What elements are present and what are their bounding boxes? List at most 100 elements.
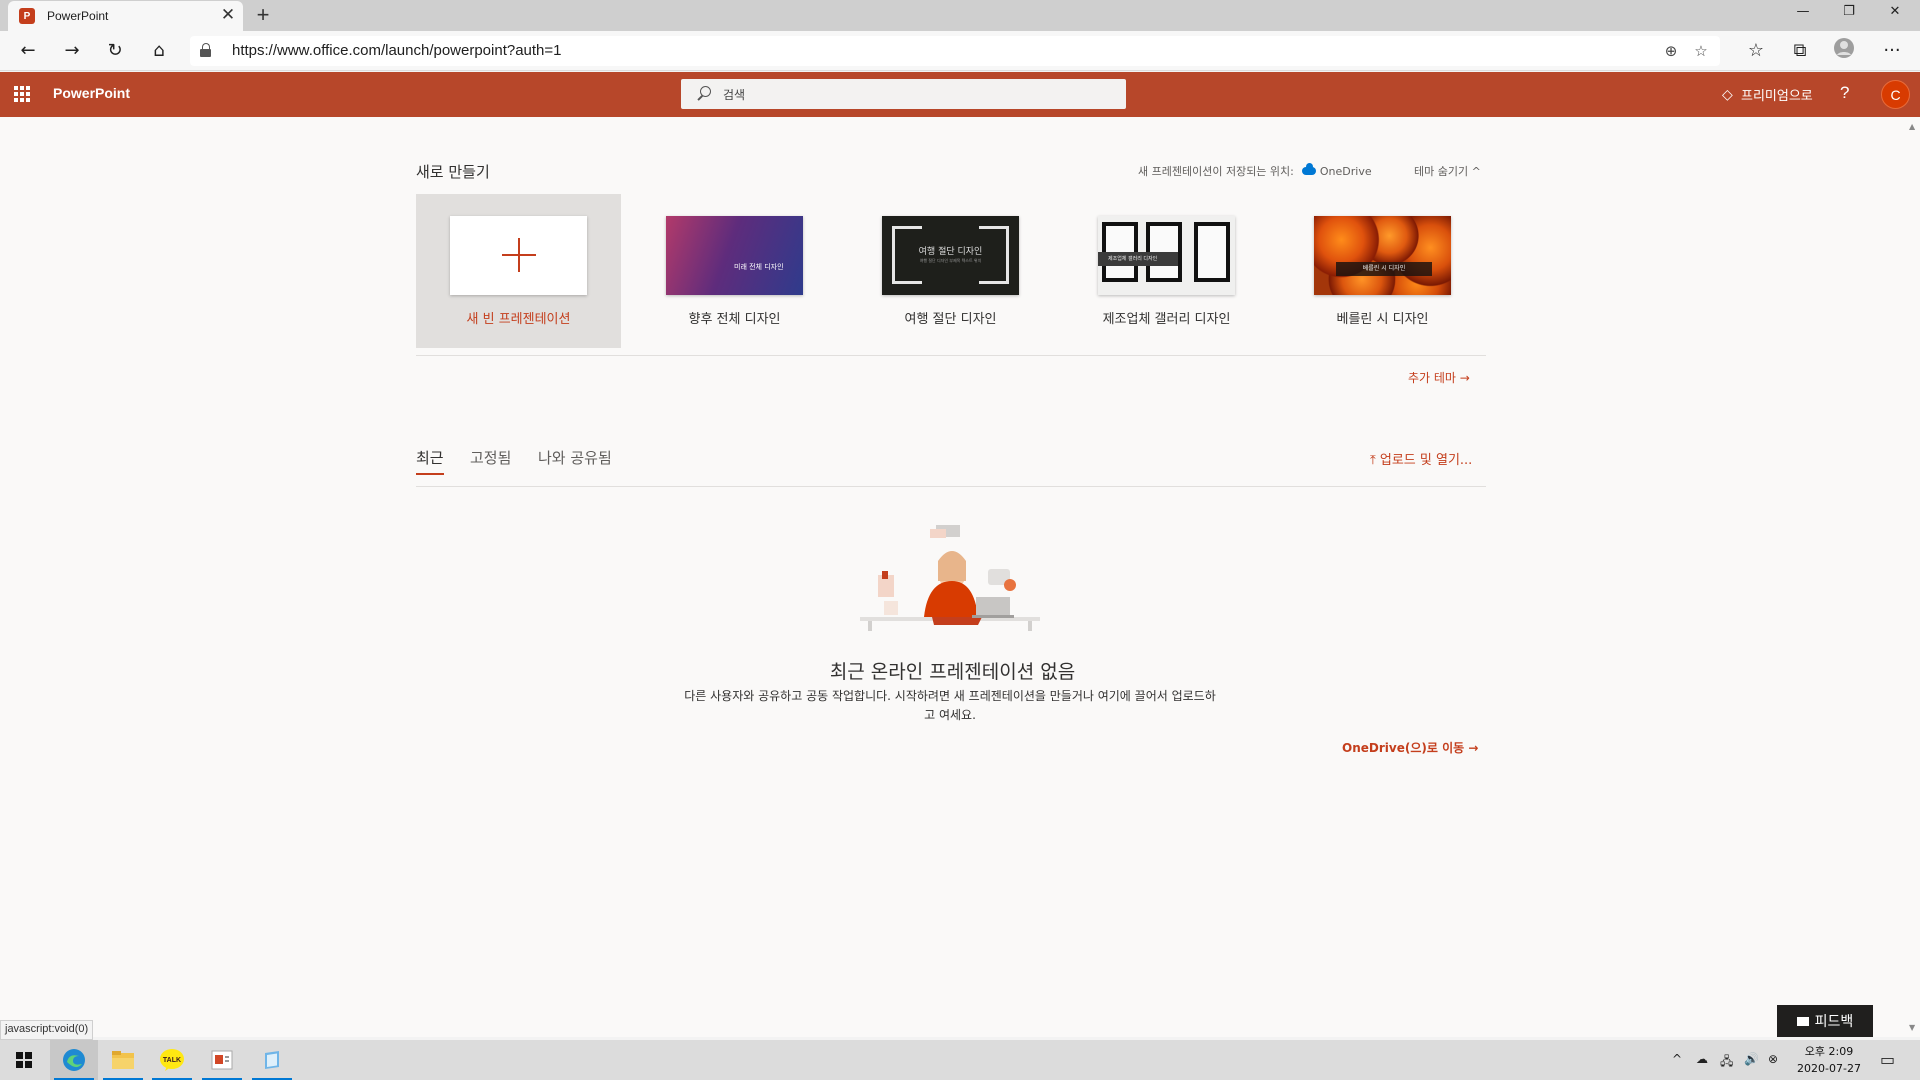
close-window-button[interactable]: ✕ [1872,0,1918,24]
back-button[interactable]: ← [14,37,42,65]
edge-icon [63,1049,85,1071]
save-location-label: 새 프레젠테이션이 저장되는 위치: [1138,165,1294,178]
file-explorer-icon [112,1051,134,1069]
notepad-icon [265,1051,279,1069]
onedrive-cloud-icon [1301,163,1316,175]
template-label: 제조업체 갤러리 디자인 [1102,312,1231,327]
go-to-onedrive-link[interactable]: OneDrive(으)로 이동 → [1342,739,1478,756]
powerpoint-icon [211,1050,233,1070]
taskbar-kakaotalk[interactable]: TALK [148,1040,196,1080]
svg-text:TALK: TALK [163,1057,181,1064]
thumbnail-title: 여행 절단 디자인 [918,247,983,257]
thumbnail-title: 미래 전체 디자인 [734,263,784,271]
hide-themes-button[interactable]: 테마 숨기기 ^ [1414,163,1481,179]
volume-icon[interactable]: 🔊 [1744,1052,1759,1066]
kakaotalk-icon: TALK [160,1049,184,1071]
template-berlin-design[interactable]: 베를린 시 디자인 베를린 시 디자인 [1280,194,1485,348]
more-themes-link[interactable]: 추가 테마 → [1408,369,1470,386]
app-name[interactable]: PowerPoint [53,85,130,101]
page-scrollbar[interactable]: ▲ ▼ [1905,117,1920,1037]
search-icon [695,85,713,103]
network-icon[interactable]: 🖧 [1720,1052,1733,1073]
onedrive-tray-icon[interactable]: ☁ [1696,1052,1708,1066]
app-launcher-icon[interactable] [14,86,30,102]
template-thumbnail: 여행 절단 디자인 여행 절단 디자인 부제목 텍스트 위치 [882,216,1019,295]
minimize-button[interactable]: — [1780,0,1826,24]
scroll-down-icon[interactable]: ▼ [1909,1023,1915,1032]
template-label: 새 빈 프레젠테이션 [466,312,571,327]
lock-icon[interactable] [200,43,212,57]
template-thumbnail: 미래 전체 디자인 [666,216,803,295]
template-gallery: 새 빈 프레젠테이션 미래 전체 디자인 향후 전체 디자인 여행 절단 디자인… [416,194,1486,348]
taskbar-file-explorer[interactable] [99,1040,147,1080]
refresh-button[interactable]: ↻ [101,37,129,65]
template-travel-cut-design[interactable]: 여행 절단 디자인 여행 절단 디자인 부제목 텍스트 위치 여행 절단 디자인 [848,194,1053,348]
empty-state-title: 최근 온라인 프레젠테이션 없음 [829,661,1076,683]
taskbar-notepad[interactable] [248,1040,296,1080]
start-button[interactable] [0,1040,48,1080]
collections-icon[interactable]: ⧉ [1786,37,1814,65]
feedback-label: 피드백 [1814,1014,1854,1030]
tray-chevron-icon[interactable]: ^ [1672,1052,1682,1066]
template-thumbnail [450,216,587,295]
thumbnail-title: 제조업체 갤러리 디자인 [1098,252,1178,266]
thumbnail-title: 베를린 시 디자인 [1336,262,1432,276]
profile-avatar-icon [1834,38,1854,58]
account-avatar[interactable]: C [1881,80,1910,109]
favorites-icon[interactable]: ☆ [1742,37,1770,65]
main-content: 새로 만들기 새 프레젠테이션이 저장되는 위치: OneDrive 테마 숨기… [0,117,1905,1037]
feedback-icon [1796,1016,1809,1026]
premium-label: 프리미엄으로 [1741,89,1813,104]
template-label: 여행 절단 디자인 [904,312,997,327]
new-tab-button[interactable]: + [252,4,274,26]
browser-tab[interactable]: P PowerPoint ✕ [8,1,243,31]
template-future-design[interactable]: 미래 전체 디자인 향후 전체 디자인 [632,194,837,348]
url-field[interactable]: https://www.office.com/launch/powerpoint… [190,36,1720,66]
search-placeholder: 검색 [723,88,746,102]
search-input[interactable]: 검색 [681,79,1126,109]
tab-pinned[interactable]: 고정됨 [470,447,511,468]
template-gallery-design[interactable]: 제조업체 갤러리 디자인 제조업체 갤러리 디자인 [1064,194,1269,348]
template-label: 향후 전체 디자인 [688,312,781,327]
plus-icon [502,238,536,272]
taskbar-edge[interactable] [50,1040,98,1080]
empty-state-illustration [860,525,1040,631]
status-url-hint: javascript:void(0) [0,1020,94,1040]
windows-taskbar: TALK ^ ☁ 🖧 🔊 ⊗ 오후 2:09 2020-07-27 ▭ [0,1040,1920,1080]
thumbnail-subtitle: 여행 절단 디자인 부제목 텍스트 위치 [919,258,982,263]
taskbar-clock[interactable]: 오후 2:09 2020-07-27 [1790,1043,1868,1077]
tab-recent[interactable]: 최근 [416,447,444,475]
tab-shared-with-me[interactable]: 나와 공유됨 [538,447,612,468]
save-location-service: OneDrive [1319,164,1372,178]
powerpoint-favicon-icon: P [19,8,35,24]
taskbar-powerpoint[interactable] [198,1040,246,1080]
go-premium-button[interactable]: ◇ 프리미엄으로 [1722,85,1813,105]
clock-time: 오후 2:09 [1804,1045,1854,1058]
home-button[interactable]: ⌂ [145,37,173,65]
tab-close-icon[interactable]: ✕ [217,5,239,27]
forward-button[interactable]: → [58,37,86,65]
help-icon[interactable]: ? [1840,83,1849,103]
browser-tab-strip: P PowerPoint ✕ + — ❐ ✕ [0,0,1920,31]
settings-more-icon[interactable]: ··· [1878,37,1906,65]
url-text[interactable]: https://www.office.com/launch/powerpoint… [232,42,562,59]
upload-and-open-button[interactable]: ⤒ 업로드 및 열기... [1370,449,1472,468]
ime-icon[interactable]: ⊗ [1768,1052,1778,1066]
save-location: 새 프레젠테이션이 저장되는 위치: OneDrive [1138,163,1372,179]
feedback-button[interactable]: 피드백 [1777,1005,1873,1037]
windows-logo-icon [16,1052,32,1068]
template-blank-presentation[interactable]: 새 빈 프레젠테이션 [416,194,621,348]
favorite-star-icon[interactable]: ☆ [1690,40,1712,62]
divider [416,355,1486,356]
tab-title: PowerPoint [47,9,109,23]
empty-state-description: 다른 사용자와 공유하고 공동 작업합니다. 시작하려면 새 프레젠테이션을 만… [684,689,1216,722]
template-thumbnail: 베를린 시 디자인 [1314,216,1451,295]
scroll-up-icon[interactable]: ▲ [1909,122,1915,131]
add-site-icon[interactable]: ⊕ [1660,40,1682,62]
notification-center-icon[interactable]: ▭ [1880,1050,1895,1069]
restore-button[interactable]: ❐ [1826,0,1872,24]
divider [416,486,1486,487]
diamond-icon: ◇ [1722,86,1733,103]
office-header: PowerPoint 검색 ◇ 프리미엄으로 ? C [0,72,1920,117]
profile-icon[interactable] [1830,37,1858,65]
